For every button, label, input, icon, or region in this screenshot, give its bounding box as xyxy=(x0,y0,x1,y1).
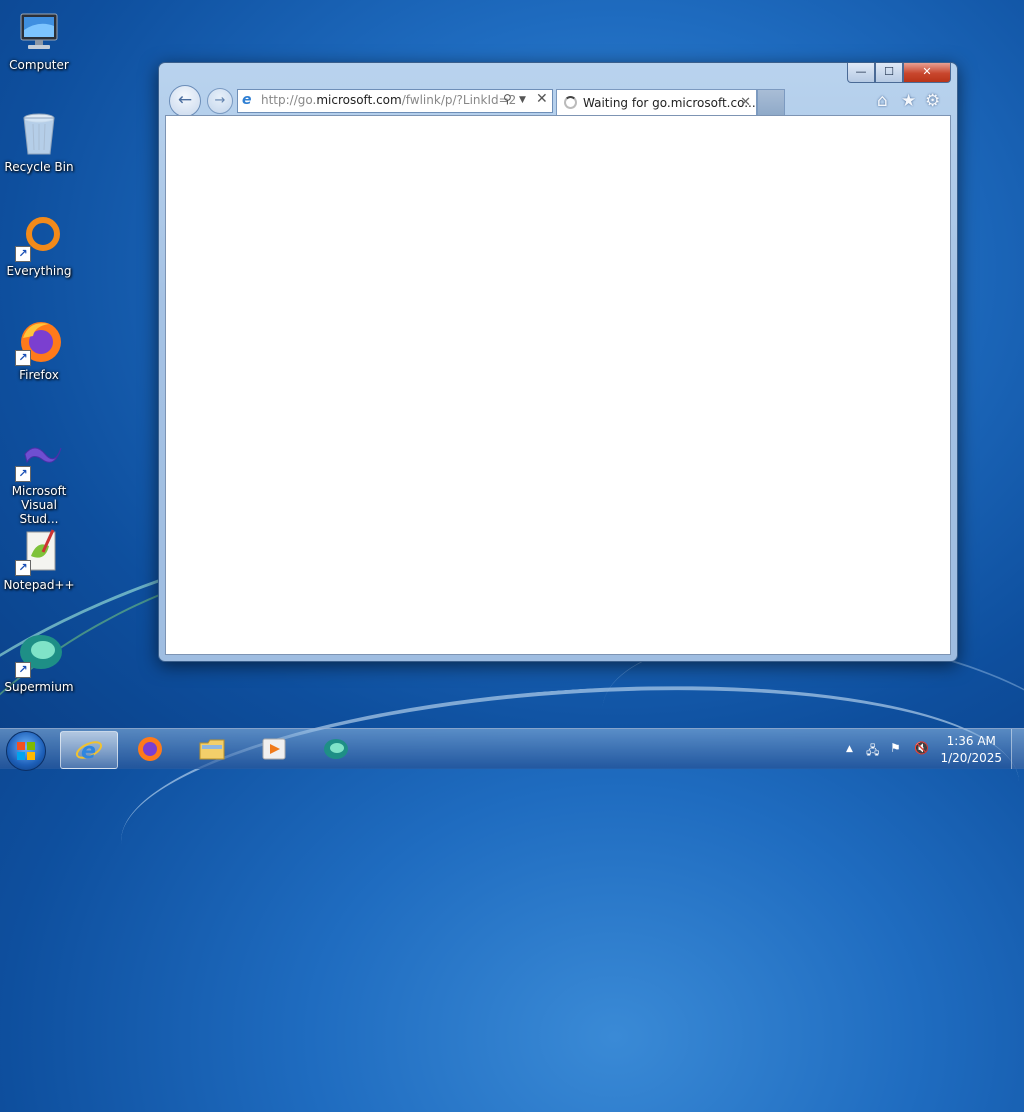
supermium-icon xyxy=(324,739,348,759)
new-tab-button[interactable] xyxy=(757,89,785,116)
minimize-button[interactable]: — xyxy=(847,63,875,83)
firefox-icon xyxy=(138,737,162,761)
volume-muted-icon[interactable]: 🔇 xyxy=(914,741,929,755)
internet-explorer-icon: e xyxy=(242,92,252,108)
settings-gear-icon[interactable]: ⚙ xyxy=(925,91,940,111)
taskbar-internet-explorer[interactable]: e xyxy=(60,731,118,769)
forward-button[interactable]: → xyxy=(207,88,233,114)
network-icon[interactable]: 🖧 xyxy=(866,741,879,762)
desktop-icon-firefox[interactable]: ↗ Firefox xyxy=(0,318,78,382)
desktop-icon-label: Computer xyxy=(9,58,69,72)
clock-time: 1:36 AM xyxy=(946,734,996,748)
system-clock[interactable]: 1:36 AM 1/20/2025 xyxy=(940,733,1002,767)
computer-icon xyxy=(15,8,63,56)
supermium-icon: ↗ xyxy=(15,630,63,678)
everything-icon: ↗ xyxy=(15,214,63,262)
tab-active[interactable]: Waiting for go.microsoft.co... ✕ xyxy=(556,89,757,116)
dropdown-arrow-icon[interactable]: ▼ xyxy=(519,95,526,105)
browser-window[interactable]: — ☐ ✕ ← → e http://go.microsoft.com/fwli… xyxy=(158,62,958,662)
folder-icon xyxy=(199,739,225,760)
desktop-icon-supermium[interactable]: ↗ Supermium xyxy=(0,630,78,694)
internet-explorer-icon: e xyxy=(75,739,103,764)
windows-logo-icon xyxy=(17,742,35,760)
show-hidden-icons-arrow-icon[interactable]: ▲ xyxy=(846,744,853,754)
visual-studio-icon: ↗ xyxy=(15,434,63,482)
media-player-icon xyxy=(262,738,286,760)
notepad-plus-plus-icon: ↗ xyxy=(15,528,63,576)
address-bar[interactable]: e http://go.microsoft.com/fwlink/p/?Link… xyxy=(237,89,553,113)
desktop-icon-recycle-bin[interactable]: Recycle Bin xyxy=(0,110,78,174)
home-icon[interactable]: ⌂ xyxy=(877,91,888,111)
desktop-icon-visual-studio[interactable]: ↗ Microsoft Visual Stud... xyxy=(0,434,78,526)
start-button[interactable] xyxy=(6,731,46,771)
taskbar: e ▲ 🖧 ⚑ 🔇 1:36 AM 1/20/2025 xyxy=(0,728,1024,771)
search-icon[interactable]: ⚲ xyxy=(503,92,512,106)
firefox-icon: ↗ xyxy=(15,318,63,366)
maximize-button[interactable]: ☐ xyxy=(875,63,903,83)
url-path: /fwlink/p/?LinkId=2 xyxy=(401,93,517,107)
action-center-flag-icon[interactable]: ⚑ xyxy=(890,741,901,755)
shortcut-arrow-icon: ↗ xyxy=(15,662,31,678)
back-button[interactable]: ← xyxy=(169,85,201,117)
taskbar-media-player[interactable] xyxy=(246,731,302,767)
svg-text:e: e xyxy=(81,739,96,764)
clock-date: 1/20/2025 xyxy=(940,751,1002,765)
favorites-star-icon[interactable]: ★ xyxy=(901,91,916,111)
tab-close-icon[interactable]: ✕ xyxy=(740,95,751,110)
taskbar-file-explorer[interactable] xyxy=(184,731,240,767)
desktop-icon-label: Everything xyxy=(6,264,72,278)
desktop-icon-computer[interactable]: Computer xyxy=(0,8,78,72)
forward-arrow-icon: → xyxy=(214,93,226,108)
shortcut-arrow-icon: ↗ xyxy=(15,560,31,576)
desktop-icon-notepad-plus-plus[interactable]: ↗ Notepad++ xyxy=(0,528,78,592)
taskbar-supermium[interactable] xyxy=(308,731,364,767)
stop-icon[interactable]: ✕ xyxy=(536,91,548,107)
desktop-icon-label: Microsoft Visual Stud... xyxy=(11,484,67,526)
shortcut-arrow-icon: ↗ xyxy=(15,246,31,262)
desktop-icon-label: Recycle Bin xyxy=(4,160,74,174)
taskbar-firefox[interactable] xyxy=(122,731,178,767)
show-desktop-button[interactable] xyxy=(1011,729,1024,769)
tab-title: Waiting for go.microsoft.co... xyxy=(583,96,756,110)
recycle-bin-icon xyxy=(15,110,63,158)
shortcut-arrow-icon: ↗ xyxy=(15,350,31,366)
close-button[interactable]: ✕ xyxy=(903,63,951,83)
address-url[interactable]: http://go.microsoft.com/fwlink/p/?LinkId… xyxy=(261,93,516,107)
desktop-icon-label: Supermium xyxy=(4,680,74,694)
desktop-icon-everything[interactable]: ↗ Everything xyxy=(0,214,78,278)
url-prefix: http://go. xyxy=(261,93,317,107)
back-arrow-icon: ← xyxy=(177,90,193,110)
shortcut-arrow-icon: ↗ xyxy=(15,466,31,482)
desktop-icon-label: Notepad++ xyxy=(3,578,75,592)
window-caption-buttons: — ☐ ✕ xyxy=(847,63,951,83)
loading-spinner-icon xyxy=(564,96,577,109)
wallpaper-swoosh xyxy=(112,658,1024,966)
desktop-icon-label: Firefox xyxy=(19,368,59,382)
url-domain: microsoft.com xyxy=(316,93,402,107)
page-content[interactable] xyxy=(165,115,951,655)
